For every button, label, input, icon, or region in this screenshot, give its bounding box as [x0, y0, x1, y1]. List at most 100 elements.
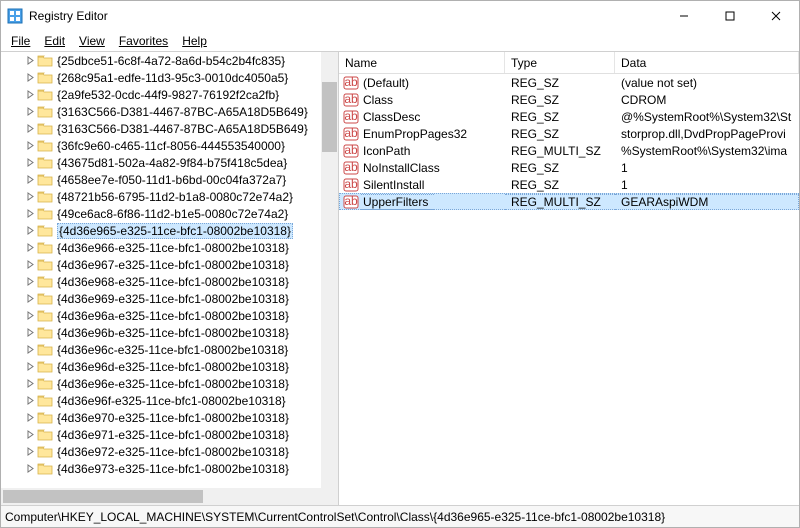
value-name: SilentInstall — [361, 178, 430, 192]
tree-node[interactable]: {4d36e968-e325-11ce-bfc1-08002be10318} — [1, 273, 338, 290]
expand-icon[interactable] — [23, 124, 37, 133]
menu-help[interactable]: Help — [176, 32, 213, 50]
values-list-pane: Name Type Data ab(Default)REG_SZ(value n… — [339, 52, 799, 505]
expand-icon[interactable] — [23, 413, 37, 422]
expand-icon[interactable] — [23, 56, 37, 65]
value-row[interactable]: abClassDescREG_SZ@%SystemRoot%\System32\… — [339, 108, 799, 125]
tree-node[interactable]: {4d36e970-e325-11ce-bfc1-08002be10318} — [1, 409, 338, 426]
tree-node[interactable]: {4d36e972-e325-11ce-bfc1-08002be10318} — [1, 443, 338, 460]
tree-node[interactable]: {36fc9e60-c465-11cf-8056-444553540000} — [1, 137, 338, 154]
tree-node[interactable]: {3163C566-D381-4467-87BC-A65A18D5B649} — [1, 120, 338, 137]
expand-icon[interactable] — [23, 141, 37, 150]
scrollbar-thumb[interactable] — [3, 490, 203, 503]
folder-icon — [37, 258, 53, 272]
expand-icon[interactable] — [23, 158, 37, 167]
expand-icon[interactable] — [23, 107, 37, 116]
expand-icon[interactable] — [23, 396, 37, 405]
value-row[interactable]: abUpperFiltersREG_MULTI_SZGEARAspiWDM — [339, 193, 799, 210]
value-row[interactable]: abNoInstallClassREG_SZ1 — [339, 159, 799, 176]
expand-icon[interactable] — [23, 294, 37, 303]
expand-icon[interactable] — [23, 379, 37, 388]
values-list[interactable]: ab(Default)REG_SZ(value not set)abClassR… — [339, 74, 799, 505]
tree-node-label: {25dbce51-6c8f-4a72-8a6d-b54c2b4fc835} — [57, 54, 285, 68]
tree-node-label: {4d36e967-e325-11ce-bfc1-08002be10318} — [57, 258, 289, 272]
expand-icon[interactable] — [23, 345, 37, 354]
expand-icon[interactable] — [23, 226, 37, 235]
expand-icon[interactable] — [23, 90, 37, 99]
folder-icon — [37, 207, 53, 221]
tree-node-label: {4d36e973-e325-11ce-bfc1-08002be10318} — [57, 462, 289, 476]
tree-node-label: {2a9fe532-0cdc-44f9-9827-76192f2ca2fb} — [57, 88, 279, 102]
folder-icon — [37, 190, 53, 204]
expand-icon[interactable] — [23, 362, 37, 371]
value-name: EnumPropPages32 — [361, 127, 473, 141]
tree-node-label: {4d36e969-e325-11ce-bfc1-08002be10318} — [57, 292, 289, 306]
string-value-icon: ab — [343, 76, 359, 90]
expand-icon[interactable] — [23, 209, 37, 218]
tree-horizontal-scrollbar[interactable] — [1, 488, 338, 505]
value-row[interactable]: abEnumPropPages32REG_SZstorprop.dll,DvdP… — [339, 125, 799, 142]
registry-tree[interactable]: {25dbce51-6c8f-4a72-8a6d-b54c2b4fc835}{2… — [1, 52, 338, 488]
svg-text:ab: ab — [344, 178, 358, 191]
column-header-type[interactable]: Type — [505, 52, 615, 73]
tree-node[interactable]: {4d36e969-e325-11ce-bfc1-08002be10318} — [1, 290, 338, 307]
folder-icon — [37, 122, 53, 136]
expand-icon[interactable] — [23, 328, 37, 337]
value-data: 1 — [615, 178, 799, 192]
tree-node[interactable]: {4d36e96b-e325-11ce-bfc1-08002be10318} — [1, 324, 338, 341]
value-name: (Default) — [361, 76, 415, 90]
folder-icon — [37, 343, 53, 357]
tree-node[interactable]: {4d36e96f-e325-11ce-bfc1-08002be10318} — [1, 392, 338, 409]
tree-node[interactable]: {3163C566-D381-4467-87BC-A65A18D5B649} — [1, 103, 338, 120]
tree-node[interactable]: {4d36e96c-e325-11ce-bfc1-08002be10318} — [1, 341, 338, 358]
expand-icon[interactable] — [23, 73, 37, 82]
expand-icon[interactable] — [23, 260, 37, 269]
tree-node[interactable]: {4d36e967-e325-11ce-bfc1-08002be10318} — [1, 256, 338, 273]
expand-icon[interactable] — [23, 430, 37, 439]
tree-node-label: {4d36e96c-e325-11ce-bfc1-08002be10318} — [57, 343, 288, 357]
menu-edit[interactable]: Edit — [38, 32, 71, 50]
scrollbar-thumb[interactable] — [322, 82, 337, 152]
statusbar-path: Computer\HKEY_LOCAL_MACHINE\SYSTEM\Curre… — [5, 510, 665, 524]
maximize-button[interactable] — [707, 1, 753, 31]
titlebar[interactable]: Registry Editor — [1, 1, 799, 31]
value-type: REG_SZ — [505, 161, 615, 175]
tree-node[interactable]: {25dbce51-6c8f-4a72-8a6d-b54c2b4fc835} — [1, 52, 338, 69]
tree-node[interactable]: {4d36e973-e325-11ce-bfc1-08002be10318} — [1, 460, 338, 477]
tree-node[interactable]: {4d36e96a-e325-11ce-bfc1-08002be10318} — [1, 307, 338, 324]
tree-node[interactable]: {4d36e965-e325-11ce-bfc1-08002be10318} — [1, 222, 338, 239]
folder-icon — [37, 411, 53, 425]
value-data: @%SystemRoot%\System32\St — [615, 110, 799, 124]
tree-vertical-scrollbar[interactable] — [321, 52, 338, 488]
tree-node[interactable]: {4d36e971-e325-11ce-bfc1-08002be10318} — [1, 426, 338, 443]
tree-node[interactable]: {4d36e96d-e325-11ce-bfc1-08002be10318} — [1, 358, 338, 375]
value-row[interactable]: abClassREG_SZCDROM — [339, 91, 799, 108]
expand-icon[interactable] — [23, 192, 37, 201]
tree-node[interactable]: {268c95a1-edfe-11d3-95c3-0010dc4050a5} — [1, 69, 338, 86]
expand-icon[interactable] — [23, 243, 37, 252]
tree-node[interactable]: {4658ee7e-f050-11d1-b6bd-00c04fa372a7} — [1, 171, 338, 188]
tree-node[interactable]: {4d36e966-e325-11ce-bfc1-08002be10318} — [1, 239, 338, 256]
value-type: REG_SZ — [505, 76, 615, 90]
expand-icon[interactable] — [23, 447, 37, 456]
value-row[interactable]: ab(Default)REG_SZ(value not set) — [339, 74, 799, 91]
tree-node[interactable]: {48721b56-6795-11d2-b1a8-0080c72e74a2} — [1, 188, 338, 205]
value-row[interactable]: abSilentInstallREG_SZ1 — [339, 176, 799, 193]
menu-view[interactable]: View — [73, 32, 111, 50]
tree-node[interactable]: {4d36e96e-e325-11ce-bfc1-08002be10318} — [1, 375, 338, 392]
expand-icon[interactable] — [23, 277, 37, 286]
expand-icon[interactable] — [23, 311, 37, 320]
minimize-button[interactable] — [661, 1, 707, 31]
menu-file[interactable]: File — [5, 32, 36, 50]
expand-icon[interactable] — [23, 175, 37, 184]
tree-node[interactable]: {43675d81-502a-4a82-9f84-b75f418c5dea} — [1, 154, 338, 171]
column-header-data[interactable]: Data — [615, 52, 799, 73]
tree-node[interactable]: {2a9fe532-0cdc-44f9-9827-76192f2ca2fb} — [1, 86, 338, 103]
tree-node[interactable]: {49ce6ac8-6f86-11d2-b1e5-0080c72e74a2} — [1, 205, 338, 222]
value-type: REG_SZ — [505, 93, 615, 107]
column-header-name[interactable]: Name — [339, 52, 505, 73]
menu-favorites[interactable]: Favorites — [113, 32, 174, 50]
expand-icon[interactable] — [23, 464, 37, 473]
value-row[interactable]: abIconPathREG_MULTI_SZ%SystemRoot%\Syste… — [339, 142, 799, 159]
close-button[interactable] — [753, 1, 799, 31]
